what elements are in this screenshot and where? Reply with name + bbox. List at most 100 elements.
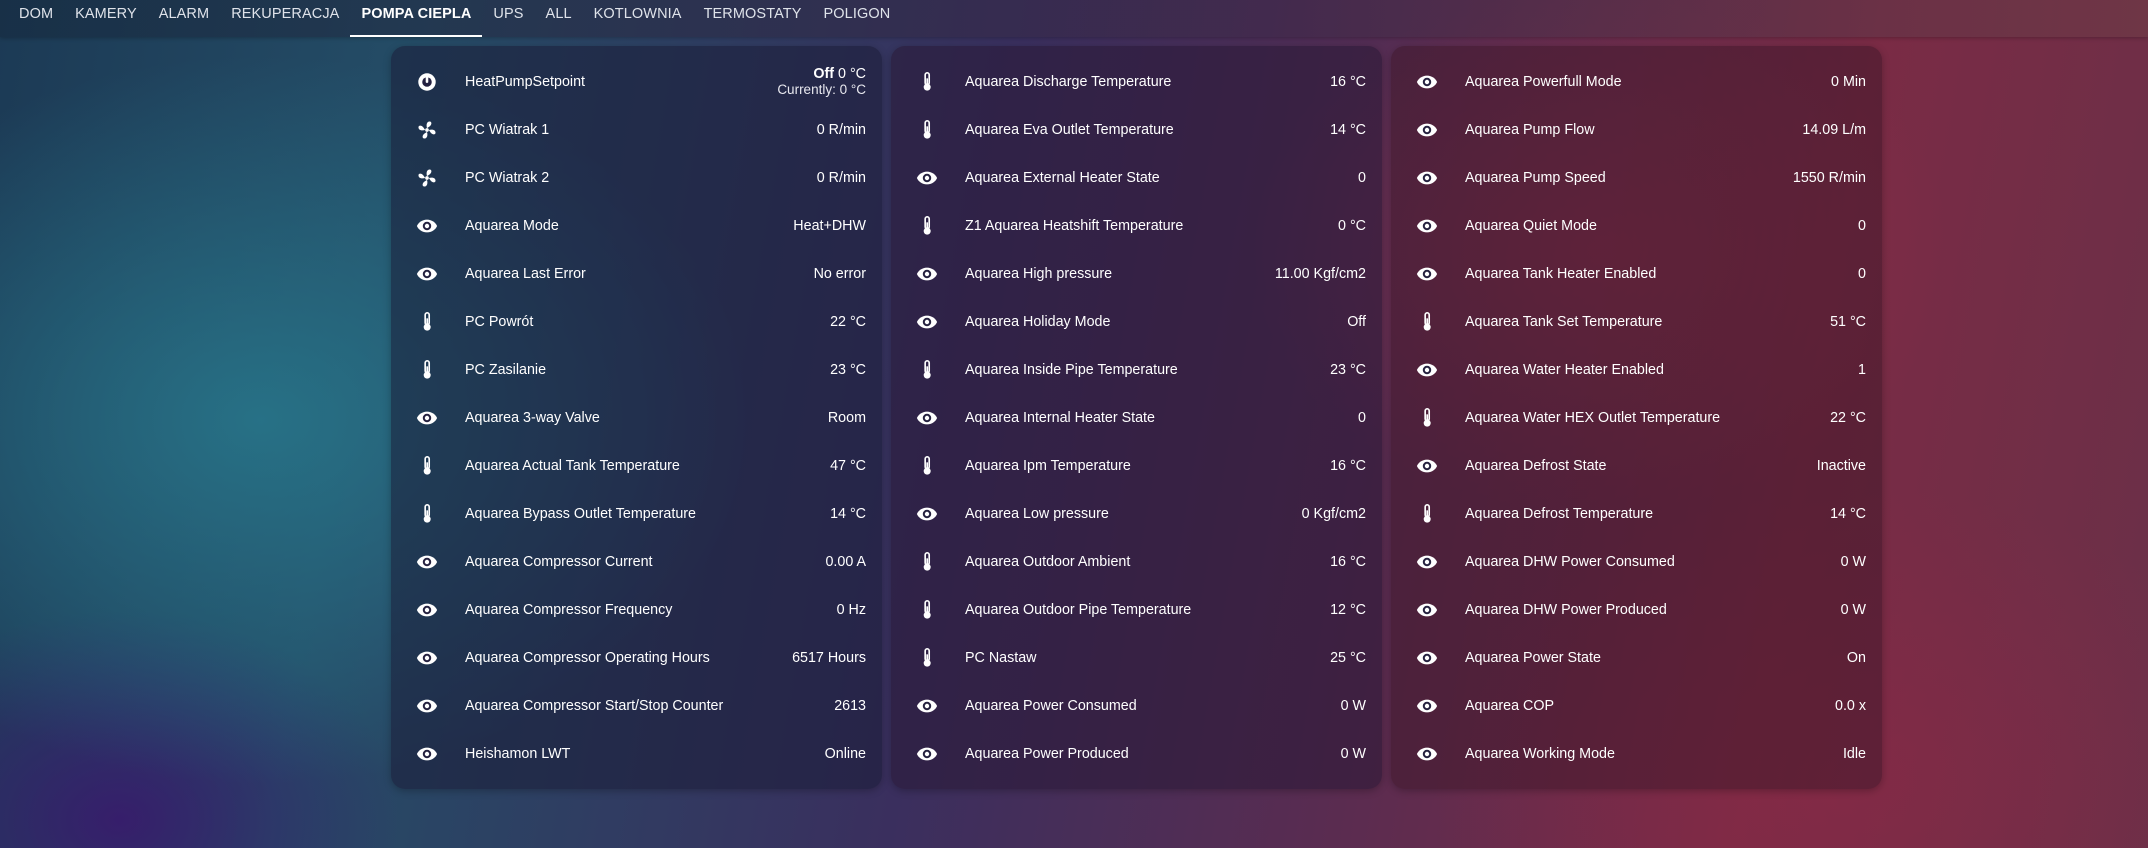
fan-icon: [411, 166, 443, 190]
eye-icon: [1411, 454, 1443, 478]
entity-name: Aquarea Outdoor Ambient: [965, 554, 1131, 570]
entity-row-aquarea-pump-flow[interactable]: Aquarea Pump Flow 14.09 L/m: [1405, 106, 1868, 154]
entity-row-aquarea-power-produced[interactable]: Aquarea Power Produced 0 W: [905, 730, 1368, 778]
thermometer-icon: [1411, 310, 1443, 334]
entity-row-aquarea-defrost-temperature[interactable]: Aquarea Defrost Temperature 14 °C: [1405, 490, 1868, 538]
thermostat-row[interactable]: HeatPumpSetpoint Off 0 °C Currently: 0 °…: [405, 58, 868, 106]
tab-kotlownia[interactable]: KOTLOWNIA: [583, 0, 693, 37]
entity-value: 0 °C: [1338, 218, 1366, 234]
entity-row-aquarea-outdoor-pipe-temperature[interactable]: Aquarea Outdoor Pipe Temperature 12 °C: [905, 586, 1368, 634]
tab-rekuperacja[interactable]: REKUPERACJA: [220, 0, 350, 37]
entity-row-aquarea-compressor-frequency[interactable]: Aquarea Compressor Frequency 0 Hz: [405, 586, 868, 634]
entity-row-aquarea-bypass-outlet-temperature[interactable]: Aquarea Bypass Outlet Temperature 14 °C: [405, 490, 868, 538]
entity-row-aquarea-outdoor-ambient[interactable]: Aquarea Outdoor Ambient 16 °C: [905, 538, 1368, 586]
tab-poligon[interactable]: POLIGON: [813, 0, 902, 37]
entity-name: Aquarea Compressor Start/Stop Counter: [465, 698, 724, 714]
entity-row-heishamon-lwt[interactable]: Heishamon LWT Online: [405, 730, 868, 778]
tab-alarm[interactable]: ALARM: [148, 0, 220, 37]
eye-icon: [1411, 550, 1443, 574]
thermometer-icon: [411, 454, 443, 478]
entity-row-pc-powr-t[interactable]: PC Powrót 22 °C: [405, 298, 868, 346]
entity-row-aquarea-mode[interactable]: Aquarea Mode Heat+DHW: [405, 202, 868, 250]
entity-row-aquarea-low-pressure[interactable]: Aquarea Low pressure 0 Kgf/cm2: [905, 490, 1368, 538]
entity-value: 16 °C: [1330, 554, 1366, 570]
entity-row-aquarea-high-pressure[interactable]: Aquarea High pressure 11.00 Kgf/cm2: [905, 250, 1368, 298]
entity-value: 1: [1858, 362, 1866, 378]
entity-name: Aquarea External Heater State: [965, 170, 1160, 186]
entity-name: Aquarea Bypass Outlet Temperature: [465, 506, 696, 522]
entity-row-aquarea-external-heater-state[interactable]: Aquarea External Heater State 0: [905, 154, 1368, 202]
entity-name: Aquarea DHW Power Produced: [1465, 602, 1667, 618]
entity-row-aquarea-internal-heater-state[interactable]: Aquarea Internal Heater State 0: [905, 394, 1368, 442]
entity-name: Aquarea Power Consumed: [965, 698, 1137, 714]
entity-list-1: PC Wiatrak 1 0 R/min PC Wiatrak 2 0 R/min Aq…: [405, 106, 868, 778]
entity-value: 11.00 Kgf/cm2: [1274, 266, 1366, 282]
tab-pompa-ciepla[interactable]: POMPA CIEPLA: [350, 0, 483, 37]
entity-value: 0.00 A: [825, 554, 866, 570]
entity-row-pc-nastaw[interactable]: PC Nastaw 25 °C: [905, 634, 1368, 682]
entity-list-3: Aquarea Powerfull Mode 0 Min Aquarea Pump …: [1405, 58, 1868, 778]
entity-name: Aquarea Compressor Frequency: [465, 602, 673, 618]
entity-row-aquarea-eva-outlet-temperature[interactable]: Aquarea Eva Outlet Temperature 14 °C: [905, 106, 1368, 154]
tab-ups[interactable]: UPS: [482, 0, 534, 37]
entity-value: 14 °C: [830, 506, 866, 522]
thermostat-target: 0 °C: [838, 66, 866, 82]
entity-row-aquarea-3-way-valve[interactable]: Aquarea 3-way Valve Room: [405, 394, 868, 442]
entity-row-aquarea-last-error[interactable]: Aquarea Last Error No error: [405, 250, 868, 298]
entity-row-aquarea-pump-speed[interactable]: Aquarea Pump Speed 1550 R/min: [1405, 154, 1868, 202]
entity-row-aquarea-inside-pipe-temperature[interactable]: Aquarea Inside Pipe Temperature 23 °C: [905, 346, 1368, 394]
entity-row-aquarea-tank-heater-enabled[interactable]: Aquarea Tank Heater Enabled 0: [1405, 250, 1868, 298]
entity-name: Aquarea Internal Heater State: [965, 410, 1155, 426]
thermometer-icon: [1411, 406, 1443, 430]
entity-name: Aquarea Pump Speed: [1465, 170, 1606, 186]
entity-value: 23 °C: [830, 362, 866, 378]
entity-list-2: Aquarea Discharge Temperature 16 °C Aquare…: [905, 58, 1368, 778]
entity-row-aquarea-compressor-start-stop-counter[interactable]: Aquarea Compressor Start/Stop Counter 261…: [405, 682, 868, 730]
entity-row-aquarea-power-state[interactable]: Aquarea Power State On: [1405, 634, 1868, 682]
entity-value: Room: [827, 410, 866, 426]
tab-kamery[interactable]: KAMERY: [64, 0, 148, 37]
entity-row-aquarea-working-mode[interactable]: Aquarea Working Mode Idle: [1405, 730, 1868, 778]
entity-row-aquarea-powerfull-mode[interactable]: Aquarea Powerfull Mode 0 Min: [1405, 58, 1868, 106]
entity-value: 0 R/min: [816, 122, 866, 138]
entity-row-pc-zasilanie[interactable]: PC Zasilanie 23 °C: [405, 346, 868, 394]
eye-icon: [1411, 118, 1443, 142]
thermostat-state: Off 0 °C Currently: 0 °C: [777, 66, 866, 98]
entity-value: Idle: [1842, 746, 1866, 762]
tab-all[interactable]: ALL: [535, 0, 583, 37]
entity-name: Aquarea Actual Tank Temperature: [465, 458, 680, 474]
entity-row-aquarea-discharge-temperature[interactable]: Aquarea Discharge Temperature 16 °C: [905, 58, 1368, 106]
entity-value: 0 R/min: [816, 170, 866, 186]
entity-row-aquarea-actual-tank-temperature[interactable]: Aquarea Actual Tank Temperature 47 °C: [405, 442, 868, 490]
entity-row-aquarea-tank-set-temperature[interactable]: Aquarea Tank Set Temperature 51 °C: [1405, 298, 1868, 346]
entity-row-aquarea-dhw-power-produced[interactable]: Aquarea DHW Power Produced 0 W: [1405, 586, 1868, 634]
entity-name: Aquarea High pressure: [965, 266, 1113, 282]
entity-row-aquarea-power-consumed[interactable]: Aquarea Power Consumed 0 W: [905, 682, 1368, 730]
entity-row-aquarea-compressor-current[interactable]: Aquarea Compressor Current 0.00 A: [405, 538, 868, 586]
entity-name: Aquarea Defrost Temperature: [1465, 506, 1654, 522]
thermometer-icon: [411, 358, 443, 382]
entity-value: 51 °C: [1830, 314, 1866, 330]
thermometer-icon: [911, 70, 943, 94]
entity-row-pc-wiatrak-2[interactable]: PC Wiatrak 2 0 R/min: [405, 154, 868, 202]
eye-icon: [1411, 742, 1443, 766]
entity-row-aquarea-defrost-state[interactable]: Aquarea Defrost State Inactive: [1405, 442, 1868, 490]
tab-dom[interactable]: DOM: [8, 0, 64, 37]
entity-row-aquarea-ipm-temperature[interactable]: Aquarea Ipm Temperature 16 °C: [905, 442, 1368, 490]
thermometer-icon: [911, 454, 943, 478]
entity-row-pc-wiatrak-1[interactable]: PC Wiatrak 1 0 R/min: [405, 106, 868, 154]
entity-value: 0 W: [1840, 602, 1866, 618]
entity-name: Aquarea Water HEX Outlet Temperature: [1465, 410, 1721, 426]
entity-row-aquarea-cop[interactable]: Aquarea COP 0.0 x: [1405, 682, 1868, 730]
thermostat-current: Currently: 0 °C: [777, 82, 866, 97]
entity-row-aquarea-water-heater-enabled[interactable]: Aquarea Water Heater Enabled 1: [1405, 346, 1868, 394]
entity-row-aquarea-water-hex-outlet-temperature[interactable]: Aquarea Water HEX Outlet Temperature 22 °…: [1405, 394, 1868, 442]
entity-value: 14 °C: [1830, 506, 1866, 522]
entity-row-aquarea-holiday-mode[interactable]: Aquarea Holiday Mode Off: [905, 298, 1368, 346]
entity-row-aquarea-quiet-mode[interactable]: Aquarea Quiet Mode 0: [1405, 202, 1868, 250]
entity-row-z1-aquarea-heatshift-temperature[interactable]: Z1 Aquarea Heatshift Temperature 0 °C: [905, 202, 1368, 250]
entity-row-aquarea-compressor-operating-hours[interactable]: Aquarea Compressor Operating Hours 6517 H…: [405, 634, 868, 682]
tab-termostaty[interactable]: TERMOSTATY: [693, 0, 813, 37]
entity-row-aquarea-dhw-power-consumed[interactable]: Aquarea DHW Power Consumed 0 W: [1405, 538, 1868, 586]
entity-name: Aquarea Defrost State: [1465, 458, 1607, 474]
